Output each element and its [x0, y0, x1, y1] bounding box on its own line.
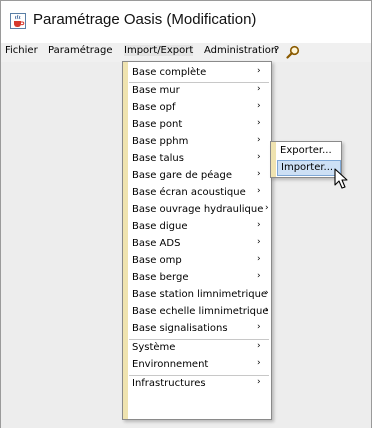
- menu-item-environnement[interactable]: Environnement ›: [129, 358, 269, 374]
- menu-item-base-berge[interactable]: Base berge ›: [129, 271, 269, 287]
- menu-item-label: Base pphm: [132, 136, 189, 147]
- menu-item-base-compl-te[interactable]: Base complète ›: [129, 66, 269, 82]
- menu-item-label: Base station limnimetrique: [132, 289, 268, 300]
- menu-item-base-gare-de-p-age[interactable]: Base gare de péage ›: [129, 169, 269, 185]
- triangle-right-icon: ›: [257, 169, 261, 179]
- triangle-right-icon: ›: [257, 152, 261, 162]
- menu-item-syst-me[interactable]: Système ›: [129, 341, 269, 357]
- export-label: Exporter...: [280, 145, 332, 156]
- triangle-right-icon: ›: [257, 220, 261, 230]
- menu-item-base-omp[interactable]: Base omp ›: [129, 254, 269, 270]
- menu-item-label: Base complète: [132, 67, 207, 78]
- menu-item-base-pphm[interactable]: Base pphm ›: [129, 135, 269, 151]
- menu-item-label: Base gare de péage: [132, 170, 233, 181]
- triangle-right-icon: ›: [265, 288, 269, 298]
- magnifier-icon[interactable]: [286, 45, 300, 59]
- menu-item-base-cran-acoustique[interactable]: Base écran acoustique ›: [129, 186, 269, 202]
- menu-item-label: Environnement: [132, 359, 209, 370]
- menu-item-base-digue[interactable]: Base digue ›: [129, 220, 269, 236]
- menu-item-label: Base écran acoustique: [132, 187, 246, 198]
- menu-item-base-echelle-limnimetrique[interactable]: Base echelle limnimetrique ›: [129, 305, 269, 321]
- menu-item-label: Base ADS: [132, 238, 181, 249]
- submenu-stripe: [271, 142, 276, 177]
- triangle-right-icon: ›: [257, 237, 261, 247]
- triangle-right-icon: ›: [257, 135, 261, 145]
- menu-item-label: Base berge: [132, 272, 189, 283]
- menu-item-label: Base digue: [132, 221, 188, 232]
- triangle-right-icon: ›: [257, 84, 261, 94]
- menu-item-base-ouvrage-hydraulique[interactable]: Base ouvrage hydraulique ›: [129, 203, 269, 219]
- java-coffee-cup-icon: [10, 13, 26, 29]
- menu-fichier[interactable]: Fichier: [5, 45, 38, 56]
- triangle-right-icon: ›: [257, 118, 261, 128]
- menu-item-label: Base omp: [132, 255, 182, 266]
- export-menu-item[interactable]: Exporter...: [277, 144, 341, 160]
- menu-separator: [129, 82, 269, 83]
- menu-item-base-pont[interactable]: Base pont ›: [129, 118, 269, 134]
- menu-parametrage[interactable]: Paramétrage: [48, 45, 113, 56]
- title-bar: Paramétrage Oasis (Modification): [1, 1, 371, 43]
- triangle-right-icon: ›: [257, 271, 261, 281]
- menu-item-base-talus[interactable]: Base talus ›: [129, 152, 269, 168]
- triangle-right-icon: ›: [257, 322, 261, 332]
- menu-administration[interactable]: Administration: [204, 45, 277, 56]
- window-title: Paramétrage Oasis (Modification): [33, 11, 257, 28]
- menu-help[interactable]: ?: [274, 45, 279, 56]
- triangle-right-icon: ›: [257, 186, 261, 196]
- import-label: Importer...: [281, 162, 334, 173]
- import-export-menu: Base complète › Base mur › Base opf › Base pon…: [122, 61, 272, 420]
- menu-item-label: Système: [132, 342, 176, 353]
- triangle-right-icon: ›: [257, 66, 261, 76]
- triangle-right-icon: ›: [257, 358, 261, 368]
- menu-item-label: Infrastructures: [132, 378, 206, 389]
- menu-stripe: [123, 62, 128, 419]
- import-menu-item[interactable]: Importer...: [277, 160, 341, 176]
- menu-item-label: Base opf: [132, 102, 176, 113]
- triangle-right-icon: ›: [265, 203, 269, 213]
- menu-item-label: Base pont: [132, 119, 183, 130]
- menu-separator: [129, 339, 269, 340]
- menu-item-base-station-limnimetrique[interactable]: Base station limnimetrique ›: [129, 288, 269, 304]
- base-pphm-submenu: Exporter... Importer...: [270, 141, 342, 178]
- menu-item-base-signalisations[interactable]: Base signalisations ›: [129, 322, 269, 338]
- menu-item-label: Base mur: [132, 85, 180, 96]
- menu-item-infrastructures[interactable]: Infrastructures ›: [129, 377, 269, 393]
- triangle-right-icon: ›: [257, 341, 261, 351]
- triangle-right-icon: ›: [257, 377, 261, 387]
- triangle-right-icon: ›: [265, 305, 269, 315]
- triangle-right-icon: ›: [257, 254, 261, 264]
- menu-import-export[interactable]: Import/Export: [124, 45, 194, 56]
- menu-bar: Fichier Paramétrage Import/Export Admini…: [1, 43, 371, 62]
- triangle-right-icon: ›: [257, 101, 261, 111]
- menu-item-base-opf[interactable]: Base opf ›: [129, 101, 269, 117]
- menu-item-label: Base talus: [132, 153, 184, 164]
- menu-item-label: Base ouvrage hydraulique: [132, 204, 264, 215]
- menu-item-label: Base echelle limnimetrique: [132, 306, 269, 317]
- menu-separator: [129, 375, 269, 376]
- menu-item-label: Base signalisations: [132, 323, 228, 334]
- menu-item-base-ads[interactable]: Base ADS ›: [129, 237, 269, 253]
- menu-item-base-mur[interactable]: Base mur ›: [129, 84, 269, 100]
- arrow-pointer-icon: [334, 168, 348, 189]
